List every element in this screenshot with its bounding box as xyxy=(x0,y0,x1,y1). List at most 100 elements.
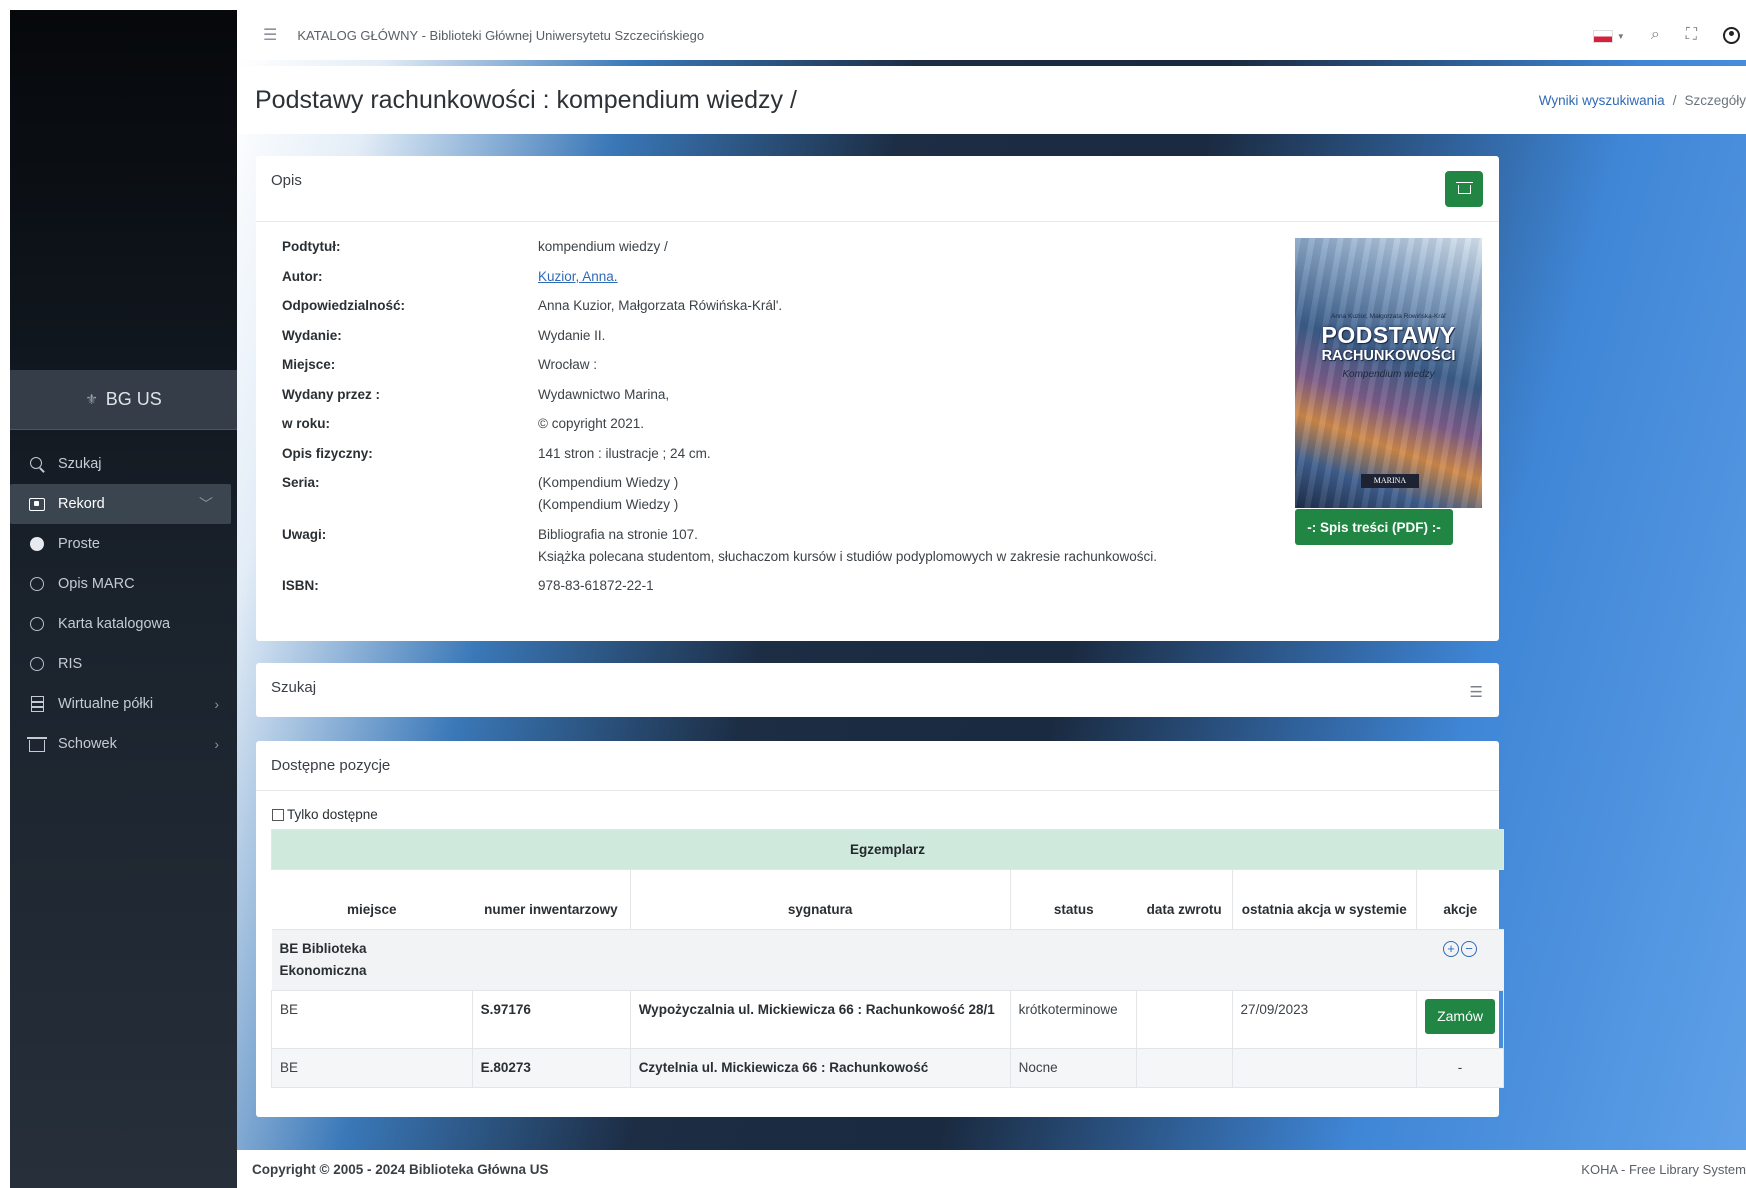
detail-row: Opis fizyczny: 141 stron : ilustracje ; 2… xyxy=(282,443,1157,465)
circle-icon xyxy=(28,615,46,633)
detail-value: (Kompendium Wiedzy ) xyxy=(538,475,679,490)
sidebar-nav: Szukaj Rekord ﹀ Proste Opis MARC Karta k… xyxy=(10,444,237,764)
sidebar-item-label: Karta katalogowa xyxy=(58,616,171,632)
breadcrumb: Wyniki wyszukiwania / Szczegóły xyxy=(1539,66,1746,134)
language-selector[interactable]: ▼ xyxy=(1592,27,1625,43)
card-title: Szukaj xyxy=(271,679,317,696)
detail-row: Podtytuł: kompendium wiedzy / xyxy=(282,236,1157,258)
sidebar-item-ris[interactable]: RIS xyxy=(10,644,237,684)
top-icons: ▼ ⌕ ⛶ xyxy=(1592,10,1746,60)
sidebar-item-label: Schowek xyxy=(58,736,117,752)
detail-value: Książka polecana studentom, słuchaczom k… xyxy=(538,548,1158,564)
cover-title-line2: RACHUNKOWOŚCI xyxy=(1321,348,1456,364)
brand-label: BG US xyxy=(105,389,162,409)
column-header[interactable]: numer inwentarzowy xyxy=(472,869,631,930)
detail-label: Autor: xyxy=(282,268,323,284)
cover-publisher-logo: MARINA xyxy=(1361,474,1419,488)
detail-row: w roku: © copyright 2021. xyxy=(282,413,1157,435)
cover-title-line1: PODSTAWY xyxy=(1321,322,1456,348)
breadcrumb-current: Szczegóły xyxy=(1684,92,1746,108)
sidebar-item-label: RIS xyxy=(58,656,83,672)
menu-lines-icon[interactable]: ☰ xyxy=(1470,683,1483,701)
book-cover-image[interactable]: Anna Kuzior, Małgorzata Rowińska-Kráľ PO… xyxy=(1295,238,1482,508)
sidebar-item-szukaj[interactable]: Szukaj xyxy=(10,444,237,484)
detail-value: (Kompendium Wiedzy ) xyxy=(538,497,679,512)
chevron-down-icon: ﹀ xyxy=(199,496,213,512)
cell-actions: Zamów xyxy=(1416,990,1505,1049)
checkbox-icon[interactable] xyxy=(272,808,284,821)
sidebar-item-wirtualne-polki[interactable]: Wirtualne półki › xyxy=(10,684,237,724)
column-header[interactable]: data zwrotu xyxy=(1136,869,1233,930)
column-header[interactable]: miejsce xyxy=(271,869,473,930)
detail-row: Odpowiedzialność: Anna Kuzior, Małgorzata… xyxy=(282,295,1157,317)
description-card: Opis Podtytuł: kompendium wiedzy / Autor:… xyxy=(256,156,1499,641)
breadcrumb-results-link[interactable]: Wyniki wyszukiwania xyxy=(1539,93,1665,108)
brand-logo-icon: ⚜ xyxy=(85,391,98,407)
author-link[interactable]: Kuzior, Anna. xyxy=(538,269,618,284)
search-card[interactable]: Szukaj ☰ xyxy=(256,663,1499,717)
footer-koha-link[interactable]: KOHA - Free Library System xyxy=(1581,1150,1746,1188)
add-to-basket-button[interactable] xyxy=(1445,171,1483,207)
description-card-header: Opis xyxy=(256,156,1499,222)
expand-plus-icon[interactable]: + xyxy=(1443,941,1460,957)
cell-last-action xyxy=(1231,1048,1418,1088)
items-card-header: Dostępne pozycje xyxy=(256,741,1499,791)
column-header[interactable]: ostatnia akcja w systemie xyxy=(1232,869,1418,930)
cell-inventory: E.80273 xyxy=(471,1048,631,1088)
group-header-cell: Egzemplarz xyxy=(270,829,1505,870)
sidebar-item-karta-katalogowa[interactable]: Karta katalogowa xyxy=(10,604,237,644)
sidebar-item-label: Opis MARC xyxy=(58,576,135,592)
collapse-minus-icon[interactable]: − xyxy=(1461,941,1478,957)
cell-last-action: 27/09/2023 xyxy=(1231,990,1418,1049)
search-card-header: Szukaj ☰ xyxy=(256,663,1499,717)
search-icon[interactable]: ⌕ xyxy=(1651,26,1660,44)
cell-place: BE xyxy=(271,1048,473,1088)
detail-label: Opis fizyczny: xyxy=(282,445,373,461)
hamburger-menu-icon[interactable]: ☰ xyxy=(263,25,277,45)
cell-due xyxy=(1136,1048,1233,1088)
sidebar-item-label: Proste xyxy=(58,536,100,552)
user-icon[interactable] xyxy=(1723,26,1740,44)
circle-icon xyxy=(28,575,46,593)
column-header[interactable]: sygnatura xyxy=(630,869,1011,930)
sidebar-item-proste[interactable]: Proste xyxy=(10,524,237,564)
detail-label: ISBN: xyxy=(282,578,319,593)
sidebar-item-schowek[interactable]: Schowek › xyxy=(10,724,237,764)
expand-collapse-cell: + − xyxy=(1416,929,1504,991)
detail-row: Wydanie: Wydanie II. xyxy=(282,325,1157,347)
order-button[interactable]: Zamów xyxy=(1425,999,1496,1034)
detail-label: Podtytuł: xyxy=(282,239,341,254)
basket-icon xyxy=(27,735,47,753)
detail-label: Wydany przez : xyxy=(282,386,381,402)
sidebar-item-label: Wirtualne półki xyxy=(58,696,154,712)
library-name: BE Biblioteka Ekonomiczna xyxy=(271,929,1417,991)
top-bar: ☰ KATALOG GŁÓWNY - Biblioteki Głównej Un… xyxy=(237,10,1746,60)
detail-label: Miejsce: xyxy=(282,357,336,372)
cell-actions: - xyxy=(1416,1048,1505,1088)
sidebar-item-rekord[interactable]: Rekord ﹀ xyxy=(10,484,231,524)
sidebar-brand[interactable]: ⚜ BG US xyxy=(10,370,237,430)
detail-value: Anna Kuzior, Małgorzata Rówińska-Král'. xyxy=(538,298,783,313)
checkbox-label: Tylko dostępne xyxy=(287,807,378,822)
catalog-title: KATALOG GŁÓWNY - Biblioteki Głównej Uniw… xyxy=(297,27,705,43)
library-group-row: BE Biblioteka Ekonomiczna + − xyxy=(271,929,1504,991)
items-table: Egzemplarz miejsce numer inwentarzowy sy… xyxy=(270,829,1505,1088)
sidebar-item-label: Szukaj xyxy=(58,456,102,472)
fullscreen-icon[interactable]: ⛶ xyxy=(1686,26,1697,44)
table-row: BE S.97176 Wypożyczalnia ul. Mickiewicza… xyxy=(271,990,1505,1049)
only-available-checkbox[interactable]: Tylko dostępne xyxy=(272,807,378,822)
detail-value: Bibliografia na stronie 107. xyxy=(538,526,698,542)
dot-filled-icon xyxy=(28,535,46,553)
record-details: Podtytuł: kompendium wiedzy / Autor: Kuzio… xyxy=(282,236,1157,605)
basket-icon xyxy=(1455,181,1473,194)
footer-copyright: Copyright © 2005 - 2024 Biblioteka Główn… xyxy=(252,1161,549,1177)
page-title: Podstawy rachunkowości : kompendium wied… xyxy=(255,85,797,114)
column-header[interactable]: status xyxy=(1010,869,1137,930)
table-group-header: Egzemplarz xyxy=(270,829,1505,870)
table-of-contents-button[interactable]: -: Spis treści (PDF) :- xyxy=(1295,509,1453,545)
cell-status: Nocne xyxy=(1009,1048,1138,1088)
sidebar-item-opis-marc[interactable]: Opis MARC xyxy=(10,564,237,604)
detail-label: w roku: xyxy=(282,416,331,431)
sidebar: ⚜ BG US Szukaj Rekord ﹀ Proste Opis MARC… xyxy=(10,10,237,1188)
detail-row: Uwagi: Bibliografia na stronie 107. Książk… xyxy=(282,524,1157,568)
